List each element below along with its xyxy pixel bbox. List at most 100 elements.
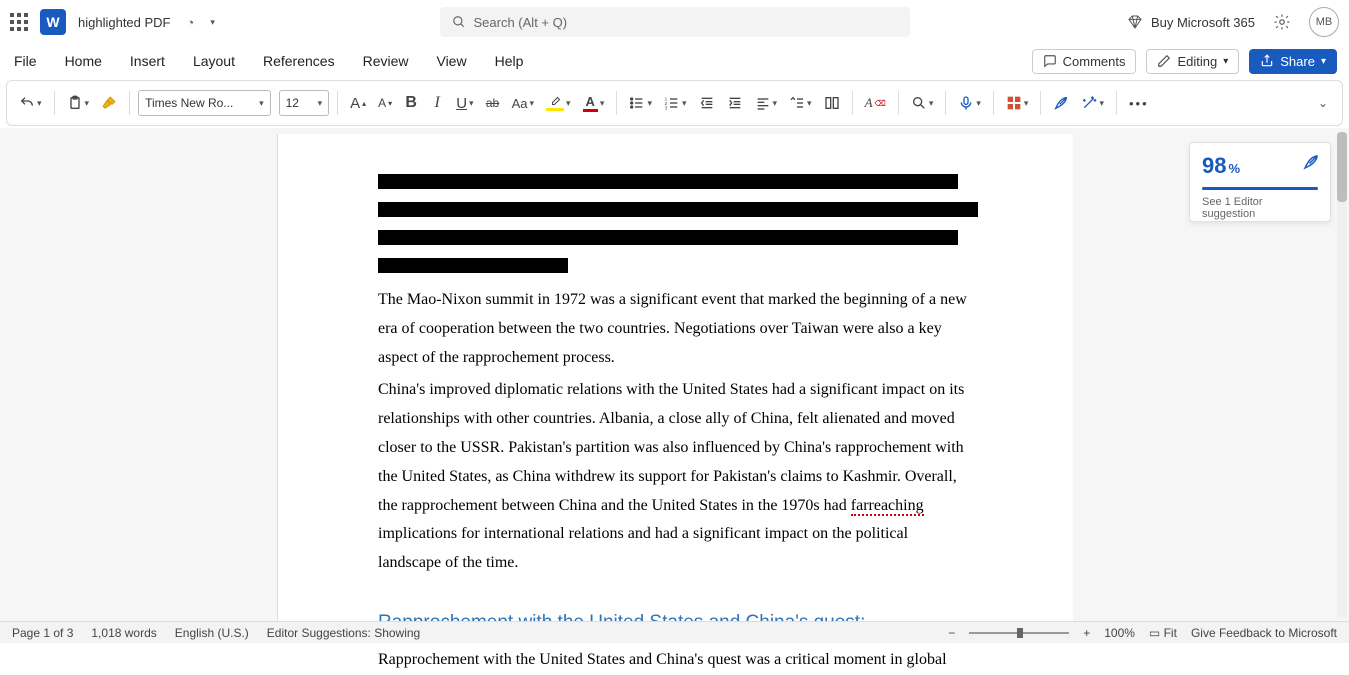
paragraph[interactable]: Rapprochement with the United States and… — [378, 646, 973, 675]
paragraph[interactable]: The Mao-Nixon summit in 1972 was a signi… — [378, 286, 973, 372]
change-case-button[interactable]: Aa▾ — [508, 92, 538, 115]
tab-insert[interactable]: Insert — [128, 49, 167, 73]
buy-label: Buy Microsoft 365 — [1151, 15, 1255, 30]
vertical-scrollbar[interactable] — [1337, 132, 1347, 618]
microphone-icon — [958, 95, 974, 111]
save-status-icon: ◔ — [187, 15, 195, 30]
decrease-indent-button[interactable] — [695, 91, 719, 115]
undo-button[interactable]: ▾ — [15, 91, 46, 115]
grid-view-button[interactable]: ▾ — [1002, 91, 1033, 115]
chevron-down-icon: ▾ — [1321, 56, 1326, 67]
tab-home[interactable]: Home — [63, 49, 104, 73]
zoom-level[interactable]: 100% — [1104, 626, 1135, 640]
highlight-color-button[interactable]: ▾ — [542, 92, 575, 115]
columns-icon — [824, 95, 840, 111]
shrink-font-button[interactable]: A▾ — [374, 92, 396, 114]
find-button[interactable]: ▾ — [907, 91, 938, 115]
page-content[interactable]: The Mao-Nixon summit in 1972 was a signi… — [278, 134, 1073, 675]
zoom-slider[interactable] — [969, 632, 1069, 634]
align-left-icon — [755, 95, 771, 111]
italic-button[interactable]: I — [426, 90, 448, 116]
bullet-list-icon — [629, 95, 645, 111]
redacted-line — [378, 174, 958, 189]
app-launcher[interactable] — [10, 13, 28, 31]
zoom-in-button[interactable]: + — [1083, 626, 1090, 640]
fit-button[interactable]: ▭ Fit — [1149, 626, 1177, 640]
editor-score-panel[interactable]: 98% See 1 Editor suggestion — [1189, 142, 1331, 222]
settings-gear-icon[interactable] — [1273, 13, 1291, 31]
grow-font-button[interactable]: A▴ — [346, 91, 370, 116]
scrollbar-thumb[interactable] — [1337, 132, 1347, 202]
more-options-button[interactable]: ••• — [1125, 92, 1153, 115]
document-title[interactable]: highlighted PDF — [78, 15, 171, 30]
search-box[interactable]: Search (Alt + Q) — [440, 7, 910, 37]
zoom-slider-thumb[interactable] — [1017, 628, 1023, 638]
numbering-button[interactable]: 123▾ — [660, 91, 691, 115]
increase-indent-button[interactable] — [723, 91, 747, 115]
highlighter-icon — [548, 96, 562, 108]
indent-icon — [727, 95, 743, 111]
tab-layout[interactable]: Layout — [191, 49, 237, 73]
font-color-button[interactable]: A▾ — [579, 90, 609, 116]
buy-microsoft-365-button[interactable]: Buy Microsoft 365 — [1127, 14, 1255, 30]
document-area: The Mao-Nixon summit in 1972 was a signi… — [0, 128, 1349, 621]
diamond-icon — [1127, 14, 1143, 30]
font-name-selector[interactable]: Times New Ro...▾ — [138, 90, 271, 116]
underline-button[interactable]: U▾ — [452, 91, 477, 116]
search-placeholder: Search (Alt + Q) — [474, 15, 568, 30]
tab-review[interactable]: Review — [361, 49, 411, 73]
columns-button[interactable] — [820, 91, 844, 115]
paragraph[interactable]: China's improved diplomatic relations wi… — [378, 376, 973, 578]
comment-icon — [1043, 54, 1057, 68]
line-spacing-icon — [789, 95, 805, 111]
magnifier-icon — [911, 95, 927, 111]
ribbon-tabs: File Home Insert Layout References Revie… — [0, 44, 1349, 78]
font-size-selector[interactable]: 12▾ — [279, 90, 330, 116]
user-avatar[interactable]: MB — [1309, 7, 1339, 37]
pencil-icon — [1157, 54, 1171, 68]
tab-references[interactable]: References — [261, 49, 337, 73]
share-icon — [1260, 54, 1274, 68]
ribbon-collapse-button[interactable]: ⌄ — [1312, 92, 1334, 114]
redacted-line — [378, 258, 568, 273]
undo-icon — [19, 95, 35, 111]
title-chevron-icon[interactable]: ▾ — [210, 17, 215, 28]
search-icon — [452, 15, 466, 29]
tab-file[interactable]: File — [12, 49, 39, 73]
bullets-button[interactable]: ▾ — [625, 91, 656, 115]
share-button[interactable]: Share ▾ — [1249, 49, 1337, 74]
editor-score-value: 98 — [1202, 153, 1226, 179]
tab-view[interactable]: View — [434, 49, 468, 73]
status-bar: Page 1 of 3 1,018 words English (U.S.) E… — [0, 621, 1349, 643]
editor-suggestions-status[interactable]: Editor Suggestions: Showing — [267, 626, 420, 640]
svg-text:3: 3 — [665, 106, 668, 111]
comments-button[interactable]: Comments — [1032, 49, 1137, 74]
tab-help[interactable]: Help — [493, 49, 526, 73]
clear-formatting-button[interactable]: A⌫ — [861, 91, 890, 115]
language-status[interactable]: English (U.S.) — [175, 626, 249, 640]
format-painter-button[interactable] — [97, 91, 121, 115]
numbered-list-icon: 123 — [664, 95, 680, 111]
feather-icon — [1053, 95, 1069, 111]
editing-mode-button[interactable]: Editing ▾ — [1146, 49, 1239, 74]
designer-button[interactable]: ▾ — [1077, 91, 1108, 115]
outdent-icon — [699, 95, 715, 111]
strikethrough-button[interactable]: ab — [482, 92, 504, 114]
align-button[interactable]: ▾ — [751, 91, 782, 115]
bold-button[interactable]: B — [400, 90, 422, 116]
editor-button[interactable] — [1049, 91, 1073, 115]
word-count[interactable]: 1,018 words — [91, 626, 156, 640]
paste-button[interactable]: ▾ — [63, 91, 94, 115]
magic-wand-icon — [1081, 95, 1097, 111]
feedback-link[interactable]: Give Feedback to Microsoft — [1191, 626, 1337, 640]
word-app-icon: W — [40, 9, 66, 35]
zoom-out-button[interactable]: − — [948, 626, 955, 640]
redacted-line — [378, 202, 978, 217]
page-count[interactable]: Page 1 of 3 — [12, 626, 73, 640]
spelling-error[interactable]: farreaching — [851, 497, 924, 516]
dictate-button[interactable]: ▾ — [954, 91, 985, 115]
chevron-down-icon: ▾ — [1223, 56, 1228, 67]
line-spacing-button[interactable]: ▾ — [785, 91, 816, 115]
editor-progress-bar — [1202, 187, 1318, 190]
grid-icon — [1006, 95, 1022, 111]
